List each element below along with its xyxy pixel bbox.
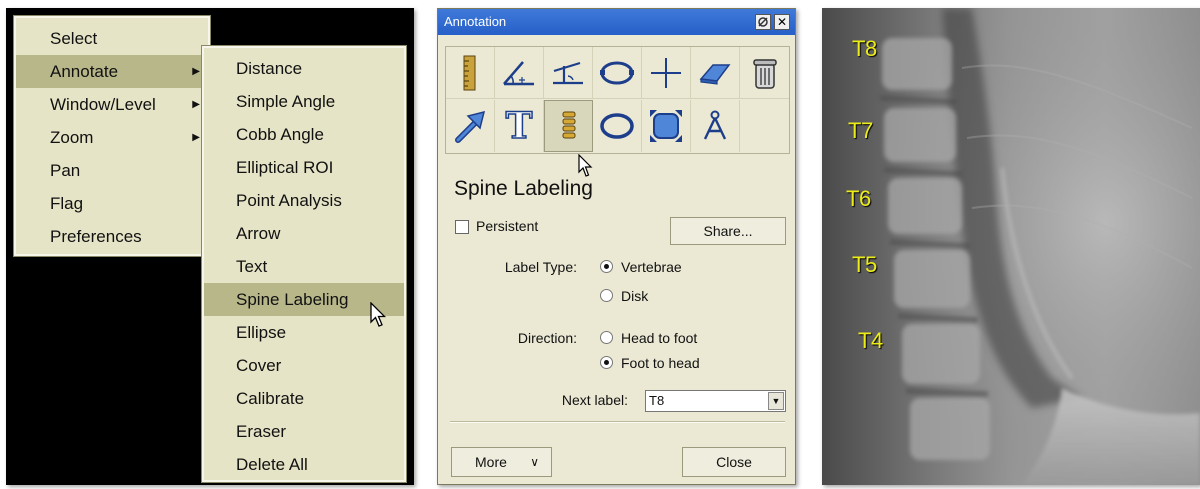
- vertebra-label-t8: T8: [852, 36, 877, 61]
- head-to-foot-option-label: Head to foot: [621, 330, 698, 346]
- close-button[interactable]: Close: [682, 447, 786, 477]
- submenu-item-delete-all[interactable]: Delete All: [204, 448, 404, 481]
- submenu-item-label: Cobb Angle: [236, 125, 324, 144]
- submenu-item-arrow[interactable]: Arrow: [204, 217, 404, 250]
- submenu-item-simple-angle[interactable]: Simple Angle: [204, 85, 404, 118]
- radio-disk[interactable]: [600, 289, 613, 302]
- divider: [450, 421, 785, 423]
- submenu-item-label: Delete All: [236, 455, 308, 474]
- tool-heading: Spine Labeling: [454, 177, 593, 200]
- vertebra-label-t5: T5: [852, 252, 877, 277]
- cobb-angle-icon[interactable]: [544, 47, 593, 99]
- radio-vertebrae[interactable]: [600, 260, 613, 273]
- radio-head-to-foot[interactable]: [600, 331, 613, 344]
- close-icon[interactable]: ✕: [774, 14, 790, 30]
- menu-item-label: Pan: [50, 161, 81, 180]
- vertebra-label-t7: T7: [848, 118, 873, 143]
- submenu-item-label: Cover: [236, 356, 282, 375]
- vertebra-label-t6: T6: [846, 186, 871, 211]
- triangle-right-icon: ▶: [192, 132, 200, 143]
- menu-item-label: Zoom: [50, 128, 94, 147]
- next-label-select[interactable]: T8 ▼: [645, 390, 786, 412]
- vertebrae-option-label: Vertebrae: [621, 259, 682, 275]
- spine-xray-image: [822, 8, 1200, 485]
- submenu-item-label: Point Analysis: [236, 191, 342, 210]
- menu-item-zoom[interactable]: Zoom ▶: [16, 121, 208, 154]
- label-type-label: Label Type:: [504, 259, 577, 275]
- context-menu-panel: Select Annotate ▶ Window/Level ▶ Zoom ▶ Pan…: [6, 8, 414, 485]
- crosshair-icon[interactable]: [642, 47, 691, 99]
- triangle-right-icon: ▶: [192, 66, 200, 77]
- submenu-item-elliptical-roi[interactable]: Elliptical ROI: [204, 151, 404, 184]
- dialog-title: Annotation: [444, 14, 507, 29]
- vertebra-label-t4: T4: [858, 328, 883, 353]
- menu-item-annotate[interactable]: Annotate ▶: [16, 55, 208, 88]
- persistent-checkbox[interactable]: [455, 220, 469, 234]
- menu-item-pan[interactable]: Pan: [16, 154, 208, 187]
- eraser-icon[interactable]: [691, 47, 740, 99]
- submenu-item-label: Text: [236, 257, 268, 276]
- menu-item-label: Select: [50, 29, 98, 48]
- annotate-submenu: Distance Simple Angle Cobb Angle Ellipti…: [201, 45, 407, 483]
- mouse-pointer-icon: [578, 154, 593, 177]
- submenu-item-label: Distance: [236, 59, 303, 78]
- share-button[interactable]: Share...: [670, 217, 786, 245]
- annotation-dialog: Annotation ✕ T Spine Labeling Persistent…: [437, 8, 796, 485]
- persistent-label: Persistent: [476, 218, 539, 234]
- main-context-menu: Select Annotate ▶ Window/Level ▶ Zoom ▶ Pan…: [13, 15, 211, 257]
- trash-can-icon[interactable]: [740, 47, 789, 99]
- cover-icon[interactable]: [642, 100, 691, 152]
- radio-foot-to-head[interactable]: [600, 356, 613, 369]
- triangle-right-icon: ▶: [192, 99, 200, 110]
- submenu-item-cover[interactable]: Cover: [204, 349, 404, 382]
- more-button[interactable]: More ∨: [451, 447, 552, 477]
- submenu-item-label: Elliptical ROI: [236, 158, 334, 177]
- menu-item-select[interactable]: Select: [16, 22, 208, 55]
- menu-item-label: Annotate: [50, 62, 119, 81]
- submenu-item-label: Arrow: [236, 224, 281, 243]
- submenu-item-label: Spine Labeling: [236, 290, 349, 309]
- direction-label: Direction:: [517, 330, 577, 346]
- submenu-item-point-analysis[interactable]: Point Analysis: [204, 184, 404, 217]
- menu-item-preferences[interactable]: Preferences: [16, 220, 208, 253]
- submenu-item-label: Eraser: [236, 422, 287, 441]
- mouse-pointer-icon: [370, 302, 387, 327]
- text-icon[interactable]: T: [495, 100, 544, 152]
- next-label-value: T8: [649, 393, 665, 408]
- elliptical-roi-icon[interactable]: [593, 47, 642, 99]
- annotation-tool-palette: T: [445, 46, 790, 154]
- calibrate-icon[interactable]: [691, 100, 740, 152]
- double-chevron-down-icon: ∨: [530, 455, 539, 469]
- submenu-item-distance[interactable]: Distance: [204, 52, 404, 85]
- simple-angle-icon[interactable]: [495, 47, 544, 99]
- submenu-item-label: Ellipse: [236, 323, 287, 342]
- submenu-item-cobb-angle[interactable]: Cobb Angle: [204, 118, 404, 151]
- submenu-item-calibrate[interactable]: Calibrate: [204, 382, 404, 415]
- pin-icon[interactable]: [755, 14, 771, 30]
- spine-icon[interactable]: [544, 100, 593, 152]
- menu-item-label: Preferences: [50, 227, 142, 246]
- foot-to-head-option-label: Foot to head: [621, 355, 700, 371]
- ellipse-icon[interactable]: [593, 100, 642, 152]
- menu-item-flag[interactable]: Flag: [16, 187, 208, 220]
- submenu-item-label: Calibrate: [236, 389, 305, 408]
- menu-item-window-level[interactable]: Window/Level ▶: [16, 88, 208, 121]
- xray-image-viewer[interactable]: T8 T7 T6 T5 T4: [822, 8, 1200, 485]
- disk-option-label: Disk: [621, 288, 649, 304]
- next-label-label: Next label:: [561, 392, 628, 408]
- arrow-icon[interactable]: [446, 100, 495, 152]
- submenu-item-label: Simple Angle: [236, 92, 336, 111]
- ruler-icon[interactable]: [446, 47, 495, 99]
- menu-item-label: Flag: [50, 194, 84, 213]
- menu-item-label: Window/Level: [50, 95, 156, 114]
- more-button-label: More: [475, 454, 507, 470]
- chevron-down-icon[interactable]: ▼: [768, 392, 784, 410]
- dialog-titlebar[interactable]: Annotation ✕: [438, 9, 795, 35]
- submenu-item-eraser[interactable]: Eraser: [204, 415, 404, 448]
- submenu-item-text[interactable]: Text: [204, 250, 404, 283]
